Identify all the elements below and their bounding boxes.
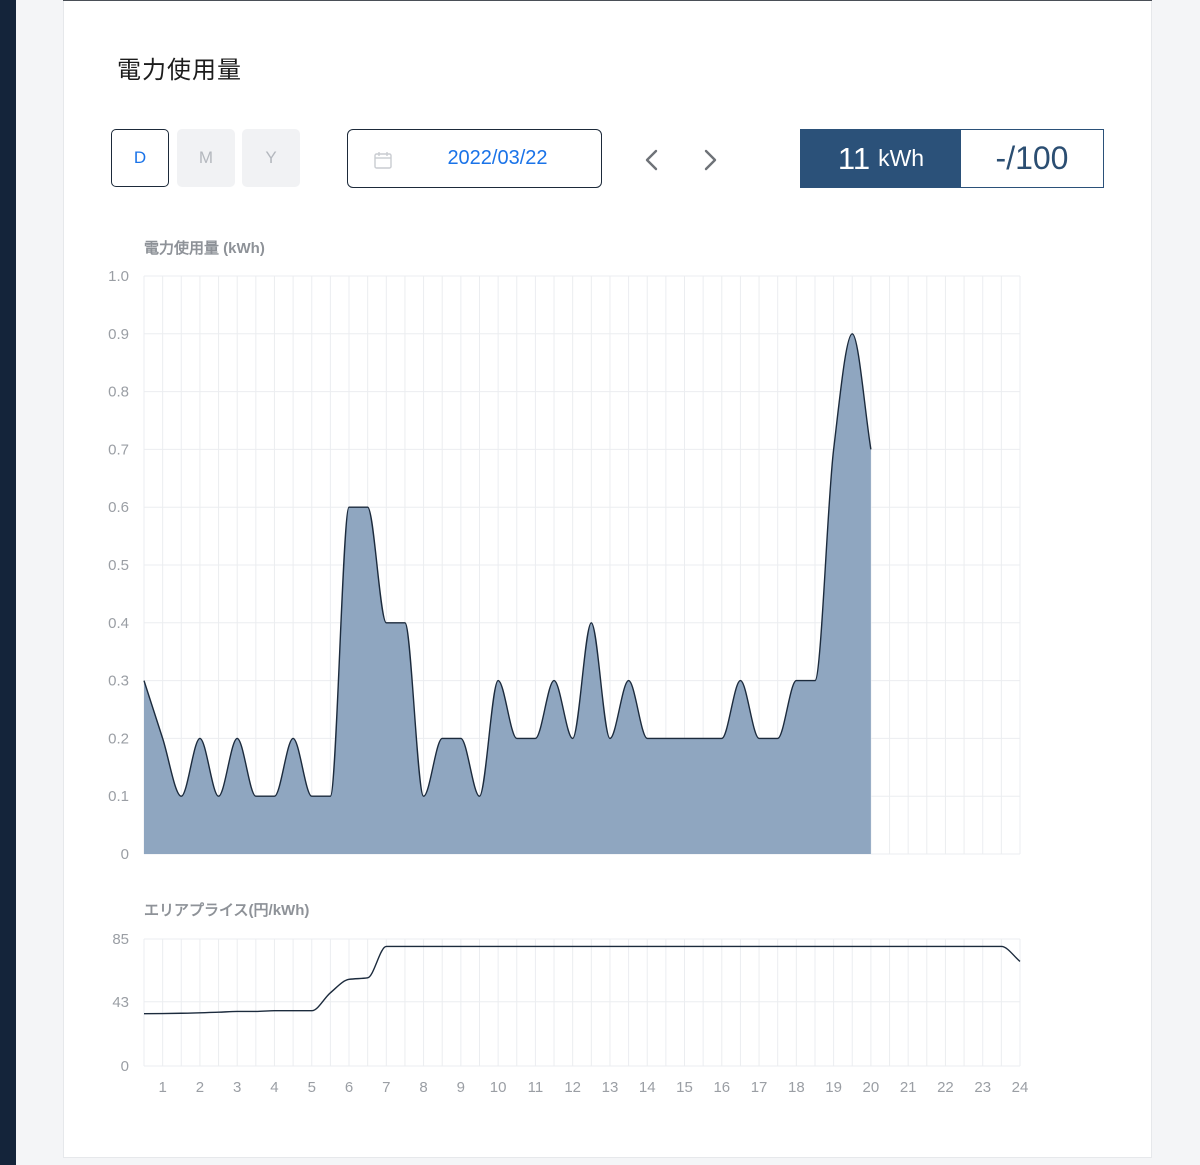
x-tick-label: 23 bbox=[974, 1079, 991, 1096]
x-tick-label: 9 bbox=[457, 1079, 465, 1096]
y-axis-title: エリアプライス(円/kWh) bbox=[144, 902, 309, 919]
y-tick-label: 0 bbox=[121, 1058, 129, 1075]
x-tick-label: 7 bbox=[382, 1079, 390, 1096]
y-tick-label: 0.2 bbox=[108, 730, 129, 747]
x-tick-label: 2 bbox=[196, 1079, 204, 1096]
series-area bbox=[144, 333, 871, 854]
y-tick-label: 0.8 bbox=[108, 384, 129, 401]
x-tick-label: 4 bbox=[270, 1079, 278, 1096]
y-tick-label: 0.4 bbox=[108, 615, 129, 632]
y-tick-label: 43 bbox=[112, 994, 129, 1011]
y-tick-label: 1.0 bbox=[108, 268, 129, 285]
x-tick-label: 17 bbox=[751, 1079, 768, 1096]
y-tick-label: 0.7 bbox=[108, 441, 129, 458]
x-tick-label: 19 bbox=[825, 1079, 842, 1096]
y-tick-label: 0.1 bbox=[108, 788, 129, 805]
y-tick-label: 0.6 bbox=[108, 499, 129, 516]
x-tick-label: 10 bbox=[490, 1079, 507, 1096]
y-tick-label: 0.9 bbox=[108, 326, 129, 343]
x-tick-label: 22 bbox=[937, 1079, 954, 1096]
x-tick-label: 6 bbox=[345, 1079, 353, 1096]
x-tick-label: 12 bbox=[564, 1079, 581, 1096]
x-tick-label: 18 bbox=[788, 1079, 805, 1096]
x-tick-label: 13 bbox=[602, 1079, 619, 1096]
x-tick-label: 21 bbox=[900, 1079, 917, 1096]
x-tick-label: 8 bbox=[419, 1079, 427, 1096]
x-tick-label: 5 bbox=[308, 1079, 316, 1096]
y-tick-label: 85 bbox=[112, 931, 129, 948]
series-line bbox=[143, 945, 1021, 1015]
x-tick-label: 14 bbox=[639, 1079, 656, 1096]
x-tick-label: 20 bbox=[863, 1079, 880, 1096]
x-tick-label: 24 bbox=[1012, 1079, 1029, 1096]
x-tick-label: 11 bbox=[528, 1079, 544, 1096]
price-chart: 04385エリアプライス(円/kWh)1 2 3 4 5 6 7 8 9 10 11 12 13 14 15… bbox=[112, 902, 1028, 1096]
y-tick-label: 0 bbox=[121, 846, 129, 863]
usage-chart: 0 0.1 0.2 0.3 0.4 0.5 0.6 0.7 0.8 0.9 1.0 電力使用量 (kW… bbox=[108, 239, 1021, 863]
charts-canvas: 0 0.1 0.2 0.3 0.4 0.5 0.6 0.7 0.8 0.9 1.0 電力使用量 (kW… bbox=[108, 239, 1028, 1096]
x-tick-label: 3 bbox=[233, 1079, 241, 1096]
x-tick-label: 1 bbox=[158, 1079, 166, 1096]
x-tick-label: 15 bbox=[676, 1079, 693, 1096]
y-axis-title: 電力使用量 (kWh) bbox=[144, 239, 265, 257]
y-tick-label: 0.3 bbox=[108, 673, 129, 690]
y-tick-label: 0.5 bbox=[108, 557, 129, 574]
x-tick-label: 16 bbox=[713, 1079, 730, 1096]
